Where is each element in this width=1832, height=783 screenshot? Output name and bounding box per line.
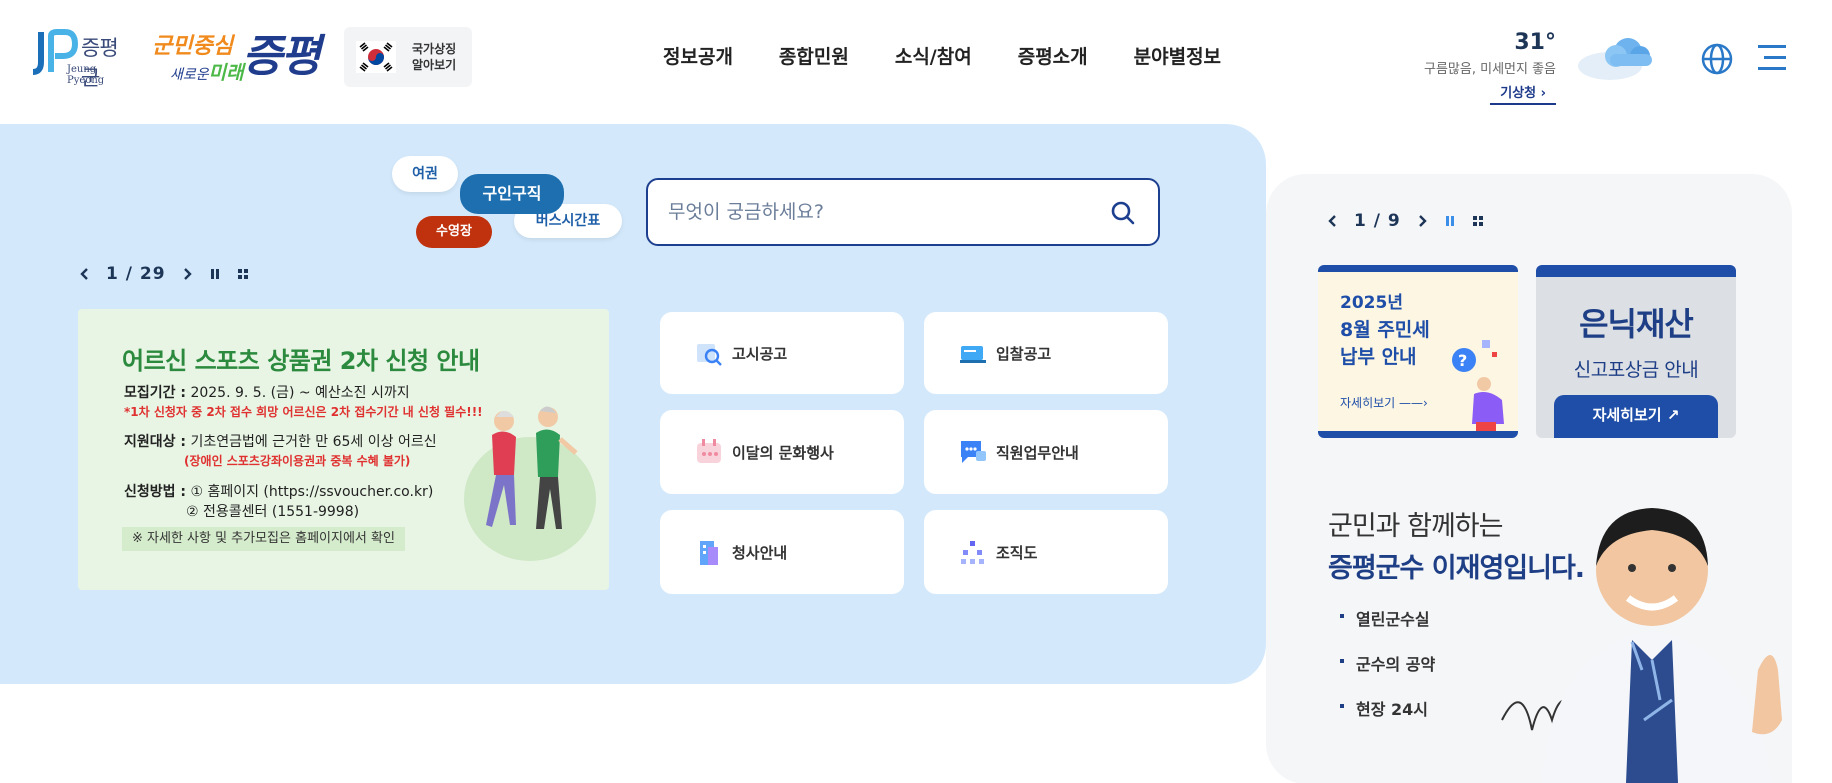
quick-link-org-chart[interactable]: 조직도 (924, 510, 1168, 594)
main-slider-pager: 1 / 29 (78, 264, 250, 284)
notice-search-icon (697, 344, 722, 366)
banner-target-note: (장애인 스포츠강좌이용권과 중복 수혜 불가) (184, 454, 411, 468)
slogan-main: 증평 (242, 31, 321, 82)
next-arrow-icon[interactable] (180, 267, 194, 281)
nav-news[interactable]: 소식/참여 (872, 42, 995, 69)
quick-links-grid: 고시공고 입찰공고 이달의 문화행사 직원업무안내 청사안내 조직도 (660, 312, 1168, 594)
banner-target: 지원대상 : 기초연금법에 근거한 만 65세 이상 어르신 (124, 434, 437, 450)
bullet-icon (1340, 614, 1344, 618)
cloud-icon (1578, 38, 1652, 80)
quick-link-label: 이달의 문화행사 (732, 443, 834, 462)
banner-period: 모집기간 : 2025. 9. 5. (금) ~ 예산소진 시까지 (124, 385, 410, 401)
banner-period-note: *1차 신청자 중 2차 접수 희망 어르신은 2차 접수기간 내 신청 필수!… (124, 405, 483, 419)
side-slider-pager: 1 / 9 (1326, 211, 1485, 231)
hamburger-menu-icon[interactable] (1756, 42, 1788, 74)
tag-swimming-pool[interactable]: 수영장 (416, 216, 492, 248)
banner-method-2: ② 전용콜센터 (1551-9998) (186, 504, 360, 520)
seniors-walking-illustration (464, 406, 596, 561)
nav-field-info[interactable]: 분야별정보 (1111, 42, 1244, 69)
mayor-links: 열린군수실 군수의 공약 현장 24시 (1340, 606, 1435, 741)
weather-temperature: 31° (1514, 30, 1556, 55)
taegukgi-icon (356, 41, 396, 73)
pause-icon[interactable] (1443, 214, 1457, 228)
banner-method: 신청방법 : ① 홈페이지 (https://ssvoucher.co.kr) (124, 484, 434, 500)
mayor-link-pledges[interactable]: 군수의 공약 (1340, 651, 1435, 696)
resident-tax-banner[interactable]: 2025년 8월 주민세 납부 안내 자세히보기 ——› ? (1318, 265, 1518, 438)
side-slider-counter: 1 / 9 (1354, 211, 1401, 231)
bullet-icon (1340, 704, 1344, 708)
prev-arrow-icon[interactable] (1326, 214, 1340, 228)
bullet-icon (1340, 659, 1344, 663)
quick-link-bids[interactable]: 입찰공고 (924, 312, 1168, 394)
mayor-portrait (1501, 508, 1782, 783)
banner-note: ※ 자세한 사항 및 추가모집은 홈페이지에서 확인 (122, 527, 405, 551)
hidden-banner-subtitle: 신고포상금 안내 (1573, 359, 1699, 381)
hidden-property-banner[interactable]: 은닉재산 신고포상금 안내 자세히보기 ↗ (1536, 265, 1736, 438)
calendar-icon (697, 439, 721, 463)
national-symbol-button[interactable]: 국가상징 알아보기 (344, 27, 472, 87)
nav-info-disclosure[interactable]: 정보공개 (640, 42, 756, 69)
language-globe-icon[interactable] (1700, 42, 1734, 76)
tax-banner-more: 자세히보기 ——› (1340, 396, 1428, 410)
quick-link-notices[interactable]: 고시공고 (660, 312, 904, 394)
logo-english: Jeung Pyeong (67, 64, 105, 86)
mayor-link-office[interactable]: 열린군수실 (1340, 606, 1435, 651)
search-icon[interactable] (1110, 200, 1136, 226)
next-arrow-icon[interactable] (1415, 214, 1429, 228)
grid-view-icon[interactable] (1471, 214, 1485, 228)
main-slider-counter: 1 / 29 (106, 264, 166, 284)
slogan-line2: 새로운미래 (170, 62, 244, 84)
grid-view-icon[interactable] (236, 267, 250, 281)
svg-text:?: ? (1458, 351, 1467, 370)
header: 증평군 Jeung Pyeong 군민중심 새로운미래 증평 국가상징 알아보기… (0, 0, 1832, 118)
kma-link[interactable]: 기상청 › (1490, 82, 1556, 105)
pause-icon[interactable] (208, 267, 222, 281)
quick-link-label: 직원업무안내 (996, 443, 1079, 462)
prev-arrow-icon[interactable] (78, 267, 92, 281)
chat-icon (961, 441, 986, 463)
org-chart-icon (961, 541, 984, 564)
quick-link-label: 조직도 (996, 543, 1038, 562)
national-symbol-label: 국가상징 알아보기 (412, 42, 457, 72)
main-nav: 정보공개 종합민원 소식/참여 증평소개 분야별정보 (640, 42, 1244, 69)
building-icon (700, 541, 718, 565)
tag-jobs[interactable]: 구인구직 (460, 174, 564, 214)
sports-voucher-banner[interactable]: 어르신 스포츠 상품권 2차 신청 안내 모집기간 : 2025. 9. 5. … (78, 309, 609, 590)
nav-about[interactable]: 증평소개 (995, 42, 1111, 69)
jeungpyeong-logo[interactable]: 증평군 Jeung Pyeong (27, 26, 131, 90)
quick-link-culture-events[interactable]: 이달의 문화행사 (660, 410, 904, 494)
hidden-banner-more-button[interactable]: 자세히보기 ↗ (1554, 395, 1718, 438)
slogan-line1: 군민중심 (152, 34, 233, 59)
weather-description: 구름많음, 미세먼지 좋음 (1424, 62, 1556, 77)
quick-link-label: 입찰공고 (996, 344, 1052, 363)
quick-link-label: 고시공고 (732, 344, 788, 363)
quick-link-building-guide[interactable]: 청사안내 (660, 510, 904, 594)
banner-title: 어르신 스포츠 상품권 2차 신청 안내 (122, 347, 480, 375)
nav-civil-service[interactable]: 종합민원 (756, 42, 872, 69)
tax-banner-title: 2025년 8월 주민세 납부 안내 (1340, 293, 1430, 368)
tag-passport[interactable]: 여권 (392, 156, 458, 192)
link-arrow-icon: ↗ (1666, 406, 1680, 424)
search-input[interactable] (668, 194, 1088, 230)
bid-icon (960, 346, 986, 363)
question-person-illustration: ? (1452, 340, 1504, 431)
mayor-link-field-24[interactable]: 현장 24시 (1340, 696, 1435, 741)
quick-link-staff-duties[interactable]: 직원업무안내 (924, 410, 1168, 494)
quick-link-label: 청사안내 (732, 543, 788, 562)
search-box (646, 178, 1160, 246)
weather-widget: 31° 구름많음, 미세먼지 좋음 기상청 › (1400, 28, 1660, 108)
hidden-banner-title: 은닉재산 (1579, 305, 1694, 343)
slogan-logo: 군민중심 새로운미래 증평 (152, 20, 322, 86)
